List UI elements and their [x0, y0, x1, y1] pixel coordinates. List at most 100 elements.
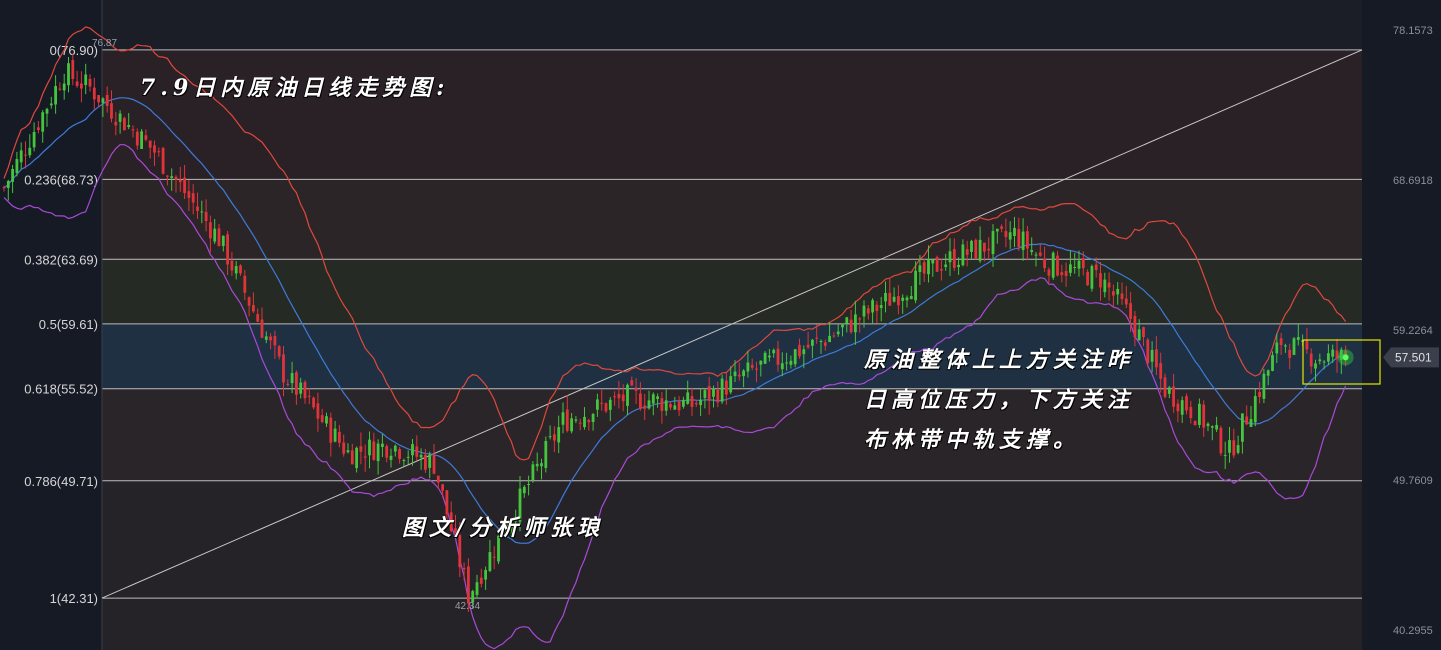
- candle: [6, 179, 10, 201]
- candle-body: [1094, 264, 1098, 271]
- candle-body: [1142, 327, 1145, 337]
- candle-body: [617, 393, 621, 399]
- candle-body: [935, 257, 939, 272]
- candle-body: [54, 86, 57, 105]
- candle-body: [269, 336, 272, 341]
- candle-body: [148, 140, 152, 148]
- candle-body: [866, 308, 870, 314]
- fib-label: 0.786(49.71): [24, 474, 98, 489]
- candle-body: [342, 442, 346, 454]
- candle-body: [75, 81, 79, 87]
- candle-body: [729, 376, 733, 393]
- candle-body: [1314, 363, 1317, 369]
- candle-body: [325, 416, 328, 424]
- candle-body: [436, 475, 440, 483]
- candle-body: [965, 249, 969, 255]
- candle-body: [1043, 258, 1046, 269]
- candle-body: [359, 446, 363, 452]
- candle-body: [1103, 279, 1107, 293]
- candle-body: [1047, 269, 1051, 276]
- candle-body: [295, 372, 298, 395]
- candle-body: [170, 176, 174, 178]
- candle-body: [385, 446, 389, 458]
- candle-body: [1030, 250, 1034, 252]
- candle-body: [682, 399, 685, 407]
- candle-body: [897, 296, 900, 306]
- candle-body: [338, 431, 341, 443]
- candle-body: [484, 569, 487, 580]
- candle-body: [213, 228, 217, 242]
- candle-body: [1034, 254, 1038, 256]
- candle-body: [239, 265, 242, 274]
- candle-body: [995, 228, 999, 232]
- fib-label: 0.618(55.52): [24, 382, 98, 397]
- candle: [1193, 420, 1197, 426]
- candle-body: [746, 362, 750, 372]
- candle-body: [557, 427, 561, 443]
- candle-body: [1129, 303, 1132, 319]
- fib-band: [102, 480, 1362, 599]
- candle-body: [1305, 340, 1309, 350]
- candle-body: [957, 264, 960, 268]
- candle-body: [914, 270, 917, 301]
- candle-body: [1107, 282, 1111, 288]
- candle-body: [1077, 260, 1081, 269]
- candle-body: [389, 455, 393, 460]
- candle-body: [1309, 353, 1313, 367]
- axis-tick-label: 78.1573: [1393, 25, 1433, 37]
- candle-body: [432, 454, 436, 474]
- candle-body: [1180, 400, 1184, 415]
- candle-body: [1060, 272, 1064, 276]
- candle-body: [307, 395, 311, 397]
- candle-body: [118, 113, 122, 122]
- candle-body: [1189, 406, 1193, 419]
- candle-body: [488, 552, 492, 571]
- candle-body: [1185, 396, 1188, 411]
- fib-label: 0(76.90): [50, 43, 98, 58]
- candle: [37, 121, 40, 134]
- candle-body: [299, 382, 303, 394]
- candle-body: [884, 293, 887, 302]
- candle-body: [643, 405, 647, 409]
- candle-body: [1086, 271, 1089, 286]
- candle-body: [131, 129, 135, 131]
- candle-body: [346, 450, 350, 453]
- price-dot: [1342, 354, 1349, 361]
- candle: [62, 73, 66, 100]
- candle-body: [1120, 293, 1124, 299]
- candle-body: [763, 352, 767, 364]
- candle-body: [24, 154, 27, 156]
- candle-body: [62, 83, 66, 91]
- candle-body: [127, 125, 131, 128]
- candle-body: [952, 248, 956, 268]
- candle-body: [475, 582, 479, 595]
- high-label: 76.87: [92, 38, 117, 49]
- candle-body: [1081, 258, 1085, 269]
- candle: [720, 374, 724, 404]
- candle-body: [1193, 420, 1197, 426]
- candle-body: [320, 415, 324, 423]
- candle: [67, 56, 70, 93]
- candle-body: [600, 402, 604, 404]
- candle-body: [1271, 355, 1274, 371]
- candle-body: [97, 95, 100, 103]
- candle-body: [402, 460, 406, 462]
- candle-body: [776, 348, 780, 365]
- candle-body: [987, 248, 991, 251]
- candle-body: [841, 324, 844, 328]
- candle-body: [1245, 416, 1249, 425]
- candle-body: [1064, 270, 1068, 276]
- candle-body: [673, 405, 677, 410]
- candle-body: [578, 422, 582, 424]
- candle-body: [140, 131, 143, 149]
- candle-body: [84, 74, 88, 86]
- candle-body: [535, 463, 539, 467]
- candle-body: [1069, 264, 1072, 273]
- candle-body: [823, 342, 827, 346]
- candle-body: [492, 556, 496, 558]
- axis-tick-label: 40.2955: [1393, 625, 1433, 637]
- candle-body: [862, 305, 866, 317]
- candle-body: [19, 150, 23, 163]
- candle-body: [406, 456, 410, 458]
- candle-body: [333, 428, 337, 442]
